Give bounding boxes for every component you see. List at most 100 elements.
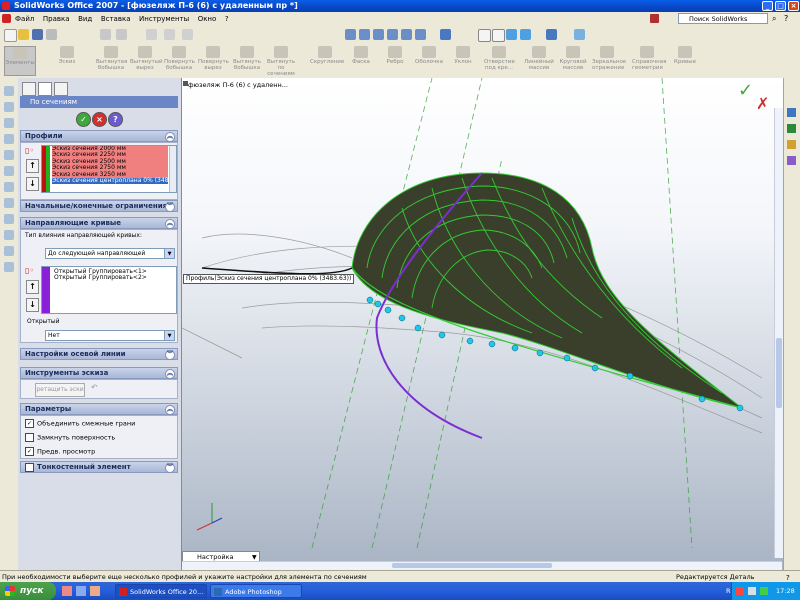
cmd-features[interactable]: Элементы (4, 46, 36, 76)
loft-model-preview[interactable] (182, 78, 782, 548)
cmd-extruded-cut[interactable]: Вытянутый вырез (130, 46, 163, 71)
appearance-icon[interactable] (574, 29, 585, 40)
thin-feature-checkbox[interactable] (25, 462, 34, 472)
sketch-tools-header[interactable]: Инструменты эскиза ︽ (20, 367, 178, 379)
tray-icon[interactable] (748, 587, 756, 595)
start-button[interactable]: пуск (0, 582, 56, 600)
shaded-edges-icon[interactable] (520, 29, 531, 40)
tool-icon[interactable] (4, 150, 14, 160)
confirm-check-icon[interactable]: ✓ (738, 80, 753, 101)
feature-tree-tab[interactable] (22, 82, 36, 96)
tool-icon[interactable] (4, 166, 14, 176)
section-view-icon[interactable] (546, 29, 557, 40)
options-header[interactable]: Параметры ︽ (20, 403, 178, 415)
tray-icon[interactable] (760, 587, 768, 595)
tool-icon[interactable] (4, 102, 14, 112)
wireframe-icon[interactable] (478, 29, 491, 42)
menu-window[interactable]: Окно (195, 12, 220, 26)
save-icon[interactable] (32, 29, 43, 40)
quick-launch-icon[interactable] (62, 586, 72, 596)
graphics-area[interactable]: фюзеляж П-6 (6) с удаленн... Профиль(Эск… (182, 78, 800, 570)
profile-item-selected[interactable]: Эскиз сечения центроплана 0% (348 (52, 177, 169, 185)
guide-move-down-button[interactable]: ↓ (26, 298, 39, 312)
profiles-list[interactable]: Эскиз сечения 2000 мм Эскиз сечения 2250… (41, 145, 177, 193)
configuration-tab[interactable] (54, 82, 68, 96)
zoom-fit-icon[interactable] (345, 29, 356, 40)
cmd-circular-pattern[interactable]: Круговой массив (558, 46, 588, 71)
select-icon[interactable] (146, 29, 157, 40)
merge-faces-checkbox[interactable]: ✓ Объединить смежные грани (25, 419, 135, 428)
shaded-icon[interactable] (506, 29, 517, 40)
task-photoshop[interactable]: Adobe Photoshop (210, 584, 302, 598)
tool-icon[interactable] (4, 214, 14, 224)
tool-icon[interactable] (4, 246, 14, 256)
cmd-rib[interactable]: Ребро (380, 46, 410, 65)
guide-item[interactable]: Открытый Группировать<2> (54, 274, 176, 281)
tool-icon[interactable] (4, 230, 14, 240)
cmd-shell[interactable]: Оболочка (414, 46, 444, 65)
tab-dropdown-icon[interactable]: ▼ (252, 554, 257, 561)
print-icon[interactable] (46, 29, 57, 40)
menu-tools[interactable]: Инструменты (136, 12, 192, 26)
move-up-button[interactable]: ↑ (26, 159, 39, 173)
new-icon[interactable] (4, 29, 17, 42)
cmd-curves[interactable]: Кривые (670, 46, 700, 65)
cmd-draft[interactable]: Уклон (448, 46, 478, 65)
tool-icon[interactable] (4, 86, 14, 96)
ok-button[interactable]: ✓ (76, 112, 91, 127)
move-down-button[interactable]: ↓ (26, 177, 39, 191)
property-manager-tab[interactable] (38, 82, 52, 96)
maximize-button[interactable]: □ (775, 1, 786, 11)
search-input[interactable]: Поиск SolidWorks (678, 13, 768, 24)
guide-influence-select[interactable]: До следующей направляющей ▼ (45, 248, 175, 259)
search-icon[interactable]: ⌕ (772, 14, 776, 24)
help-icon[interactable]: ? (784, 14, 788, 23)
centerline-header[interactable]: Настройки осевой линии ︾ (20, 348, 178, 360)
preview-checkbox[interactable]: ✓ Предв. просмотр (25, 447, 95, 456)
cancel-button[interactable]: × (92, 112, 107, 127)
tool-icon[interactable] (4, 118, 14, 128)
standard-views-icon[interactable] (440, 29, 451, 40)
close-surface-checkbox[interactable]: Замкнуть поверхность (25, 433, 115, 442)
pan-icon[interactable] (415, 29, 426, 40)
cmd-sketch[interactable]: Эскиз (52, 46, 82, 65)
cmd-extruded-boss[interactable]: Вытянутая бобышка (96, 46, 127, 71)
cmd-hole-wizard[interactable]: Отверстие под кре... (484, 46, 515, 71)
cmd-revolved-boss[interactable]: Повернуть бобышка (164, 46, 195, 71)
menu-help[interactable]: ? (222, 12, 232, 26)
cancel-x-icon[interactable]: ✗ (756, 94, 769, 113)
cmd-fillet[interactable]: Скругление (310, 46, 344, 65)
guide-move-up-button[interactable]: ↑ (26, 280, 39, 294)
rotate-view-icon[interactable] (401, 29, 412, 40)
cmd-chamfer[interactable]: Фаска (346, 46, 376, 65)
guide-curves-list[interactable]: Открытый Группировать<1> Открытый Группи… (41, 266, 177, 314)
help-button[interactable]: ? (108, 112, 123, 127)
quick-launch-icon[interactable] (76, 586, 86, 596)
menu-file[interactable]: Файл (12, 12, 37, 26)
task-solidworks[interactable]: SolidWorks Office 20... (115, 584, 207, 598)
tool-icon[interactable] (4, 134, 14, 144)
home-icon[interactable] (787, 108, 796, 117)
menu-view[interactable]: Вид (75, 12, 95, 26)
tray-icon[interactable] (736, 587, 744, 595)
view-palette-icon[interactable] (787, 156, 796, 165)
thin-feature-header[interactable]: Тонкостенный элемент ︾ (20, 461, 178, 473)
explorer-icon[interactable] (787, 140, 796, 149)
horizontal-scrollbar[interactable] (182, 561, 782, 570)
tool-icon[interactable] (4, 182, 14, 192)
undo-icon[interactable] (100, 29, 111, 40)
drag-sketch-button[interactable]: ретащить эски (35, 383, 85, 397)
profiles-header[interactable]: Профили ︽ (20, 130, 178, 142)
library-icon[interactable] (787, 124, 796, 133)
redo-icon[interactable] (116, 29, 127, 40)
rebuild-icon[interactable] (164, 29, 175, 40)
zoom-area-icon[interactable] (359, 29, 370, 40)
cmd-linear-pattern[interactable]: Линейный массив (524, 46, 554, 71)
start-end-constraints-header[interactable]: Начальные/конечные ограничения ︾ (20, 200, 178, 212)
profiles-scrollbar[interactable] (169, 146, 176, 192)
cmd-swept-boss[interactable]: Вытянуть бобышка (232, 46, 262, 71)
minimize-button[interactable]: _ (762, 1, 773, 11)
cmd-mirror[interactable]: Зеркальное отражение (592, 46, 626, 71)
search-scope-icon[interactable] (650, 14, 659, 23)
open-icon[interactable] (18, 29, 29, 40)
